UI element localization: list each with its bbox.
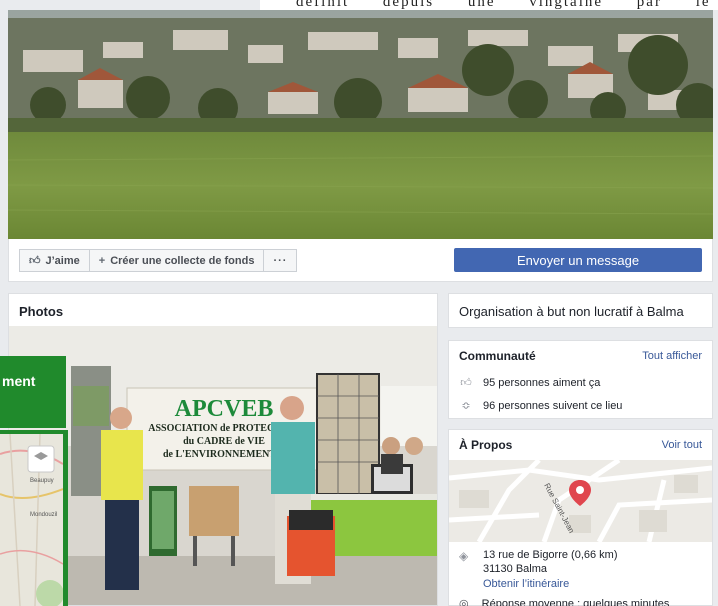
action-button-group: 👍︎ J’aime + Créer une collecte de fonds … — [19, 249, 298, 272]
map-label-beaupuy: Beaupuy — [30, 478, 54, 484]
more-options-button[interactable]: ··· — [263, 249, 298, 272]
photo-thumbnail[interactable]: APCVEB ASSOCIATION de PROTECTION du CADR… — [9, 326, 437, 605]
side-widget-map-frame: Beaupuy Mondouzil — [0, 430, 68, 606]
about-see-all-link[interactable]: Voir tout — [662, 439, 702, 451]
like-icon: 👍︎ — [460, 377, 472, 389]
about-title: À Propos — [459, 438, 513, 452]
send-message-label: Envoyer un message — [516, 252, 640, 268]
side-widget-heading: ment — [0, 356, 66, 428]
photos-panel: Photos APCVEB ASSOCIATION de PROTECTION … — [8, 293, 438, 606]
thumbs-up-icon: 👍︎ — [29, 255, 41, 267]
community-title: Communauté — [459, 349, 536, 363]
response-time: ◎ Réponse moyenne : quelques minutes — [459, 597, 669, 606]
banner-title: APCVEB — [175, 396, 274, 422]
banner-line-3: du CADRE de VIE — [183, 436, 265, 447]
map-label-mondouzil: Mondouzil — [30, 512, 57, 518]
category-text: Organisation à but non lucratif à Balma — [459, 304, 684, 319]
category-card: Organisation à but non lucratif à Balma — [448, 293, 713, 328]
plus-icon: + — [98, 254, 106, 267]
more-icon: ··· — [273, 254, 288, 267]
side-widget-map[interactable]: Beaupuy Mondouzil — [0, 434, 63, 606]
follows-row: ≎ 96 personnes suivent ce lieu — [459, 399, 623, 413]
page-action-bar: 👍︎ J’aime + Créer une collecte de fonds … — [8, 239, 713, 282]
about-card: À Propos Voir tout Rue Saint-Jean ◈ 13 r… — [448, 429, 713, 606]
chat-icon: ◎ — [459, 598, 469, 606]
cover-photo[interactable] — [8, 10, 713, 239]
fundraiser-label: Créer une collecte de fonds — [110, 254, 255, 267]
background-article-text: définit depuis une vingtaine par le pass… — [260, 0, 718, 10]
location-map[interactable]: Rue Saint-Jean — [449, 460, 712, 542]
side-widget: ment Beaupuy Mondouzil — [0, 356, 68, 606]
like-label: J’aime — [45, 254, 80, 267]
community-see-all-link[interactable]: Tout afficher — [642, 350, 702, 362]
address-line-2: 31130 Balma — [483, 563, 548, 575]
likes-count: 95 personnes aiment ça — [483, 376, 601, 389]
likes-row: 👍︎ 95 personnes aiment ça — [459, 376, 601, 390]
like-button[interactable]: 👍︎ J’aime — [19, 249, 90, 272]
directions-link[interactable]: Obtenir l’itinéraire — [483, 578, 569, 590]
address-line-1: 13 rue de Bigorre (0,66 km) — [483, 549, 618, 561]
response-time-text: Réponse moyenne : quelques minutes — [481, 598, 670, 606]
rss-icon: ≎ — [461, 400, 471, 412]
follows-count: 96 personnes suivent ce lieu — [483, 399, 623, 412]
location-icon: ◈ — [459, 549, 469, 563]
banner-line-4: de L'ENVIRONNEMENT B — [163, 449, 285, 460]
send-message-button[interactable]: Envoyer un message — [454, 248, 702, 272]
community-card: Communauté Tout afficher 👍︎ 95 personnes… — [448, 340, 713, 419]
create-fundraiser-button[interactable]: + Créer une collecte de fonds — [88, 249, 265, 272]
photos-title: Photos — [19, 304, 64, 319]
